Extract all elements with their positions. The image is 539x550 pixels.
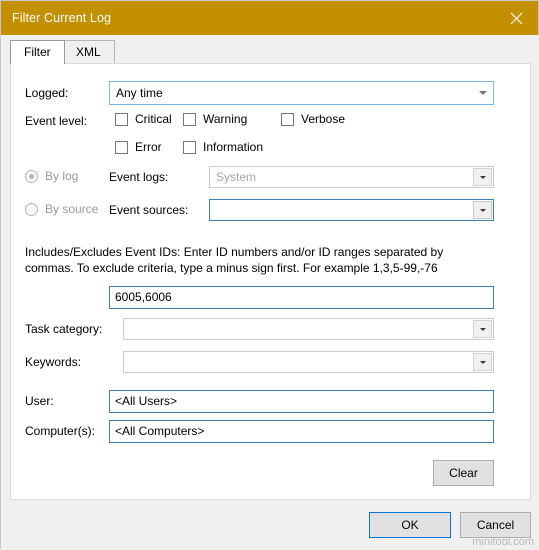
tab-xml[interactable]: XML <box>62 40 115 63</box>
checkbox-warning-label: Warning <box>203 112 248 126</box>
keywords-label: Keywords: <box>25 355 82 369</box>
checkbox-error-label: Error <box>135 140 162 154</box>
radio-by-source[interactable]: By source <box>25 202 98 216</box>
close-icon <box>510 12 522 24</box>
checkbox-error-box <box>115 140 128 154</box>
event-sources-combo[interactable] <box>209 199 494 221</box>
keywords-dropdown-button[interactable] <box>473 353 492 371</box>
chevron-down-icon <box>479 360 486 364</box>
ok-button-label: OK <box>401 518 419 532</box>
user-value: <All Users> <box>115 394 178 408</box>
task-category-combo[interactable] <box>123 318 494 340</box>
checkbox-warning[interactable]: Warning <box>183 112 247 126</box>
window-title: Filter Current Log <box>12 11 112 25</box>
close-button[interactable] <box>494 1 538 35</box>
checkbox-verbose[interactable]: Verbose <box>281 112 345 126</box>
chevron-down-icon <box>479 208 486 212</box>
event-ids-help-text: Includes/Excludes Event IDs: Enter ID nu… <box>25 245 444 275</box>
dialog-body: Filter XML Logged: Any time Event level:… <box>1 35 539 550</box>
chevron-down-icon <box>479 327 486 331</box>
event-sources-dropdown-button[interactable] <box>473 201 492 219</box>
event-sources-label: Event sources: <box>109 203 189 217</box>
checkbox-information[interactable]: Information <box>183 140 263 154</box>
checkbox-critical[interactable]: Critical <box>115 112 172 126</box>
event-ids-value: 6005,6006 <box>115 290 172 304</box>
event-ids-input[interactable]: 6005,6006 <box>109 286 494 309</box>
checkbox-verbose-label: Verbose <box>301 112 346 126</box>
keywords-combo[interactable] <box>123 351 494 373</box>
event-logs-value: System <box>216 170 257 184</box>
event-level-label: Event level: <box>25 114 88 128</box>
computers-input[interactable]: <All Computers> <box>109 420 494 443</box>
radio-by-source-circle <box>25 202 38 216</box>
radio-by-source-label: By source <box>45 202 99 216</box>
radio-by-log-label: By log <box>45 169 79 183</box>
tab-strip: Filter XML <box>10 40 531 64</box>
event-logs-dropdown-button[interactable] <box>473 168 492 186</box>
radio-by-log-circle <box>25 169 38 183</box>
computers-value: <All Computers> <box>115 424 205 438</box>
tab-filter-label: Filter <box>24 45 51 59</box>
checkbox-critical-label: Critical <box>135 112 172 126</box>
clear-button-label: Clear <box>449 466 478 480</box>
checkbox-critical-box <box>115 112 128 126</box>
filter-panel: Logged: Any time Event level: Critical W… <box>10 63 531 500</box>
logged-label: Logged: <box>25 86 69 100</box>
checkbox-warning-box <box>183 112 196 126</box>
event-logs-combo[interactable]: System <box>209 166 494 188</box>
tab-filter[interactable]: Filter <box>10 40 65 64</box>
chevron-down-icon <box>479 175 486 179</box>
tab-xml-label: XML <box>76 45 101 59</box>
logged-combo[interactable]: Any time <box>109 81 494 105</box>
checkbox-verbose-box <box>281 112 294 126</box>
title-bar: Filter Current Log <box>1 1 538 35</box>
user-input[interactable]: <All Users> <box>109 390 494 413</box>
watermark: minitool.com <box>472 536 534 548</box>
logged-combo-value: Any time <box>116 86 163 100</box>
radio-by-log[interactable]: By log <box>25 169 78 183</box>
cancel-button-label: Cancel <box>476 518 515 532</box>
chevron-down-icon <box>479 82 487 104</box>
computers-label: Computer(s): <box>25 424 96 438</box>
ok-button[interactable]: OK <box>369 512 451 538</box>
event-logs-label: Event logs: <box>109 170 169 184</box>
checkbox-information-label: Information <box>203 140 264 154</box>
filter-current-log-dialog: Filter Current Log Filter XML Logged: An… <box>0 0 539 550</box>
user-label: User: <box>25 394 54 408</box>
task-category-dropdown-button[interactable] <box>473 320 492 338</box>
checkbox-information-box <box>183 140 196 154</box>
task-category-label: Task category: <box>25 322 103 336</box>
cancel-button[interactable]: Cancel <box>460 512 531 538</box>
checkbox-error[interactable]: Error <box>115 140 162 154</box>
clear-button[interactable]: Clear <box>433 460 494 486</box>
